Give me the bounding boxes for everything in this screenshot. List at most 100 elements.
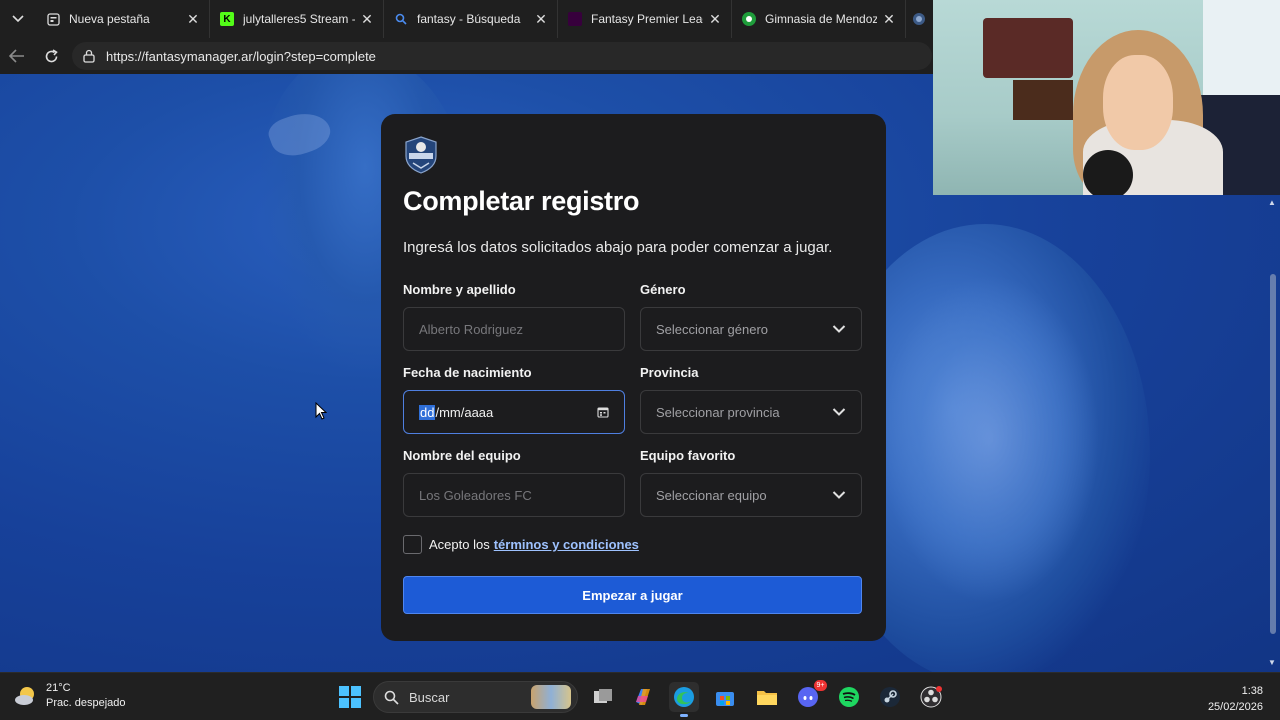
back-arrow-icon[interactable] <box>0 38 34 74</box>
discord-notification-badge: 9+ <box>814 680 827 691</box>
tab-title: Nueva pestaña <box>69 12 150 26</box>
temperature-value: 21°C <box>46 682 71 694</box>
close-icon[interactable]: ✕ <box>185 11 201 28</box>
edge-browser-icon[interactable] <box>669 682 699 717</box>
new-tab-icon <box>46 12 60 26</box>
terms-text: Acepto los <box>429 537 490 552</box>
birthdate-day-segment[interactable]: dd <box>419 404 436 420</box>
gender-label: Género <box>640 282 686 297</box>
address-bar-row: https://fantasymanager.ar/login?step=com… <box>0 38 933 74</box>
tab-title: Gimnasia de Mendoza V <box>765 12 877 26</box>
tab-list-chevron-icon[interactable] <box>0 0 36 38</box>
province-select[interactable]: Seleccionar provincia <box>640 390 862 434</box>
favorite-team-select[interactable]: Seleccionar equipo <box>640 473 862 517</box>
registration-card: Completar registro Ingresá los datos sol… <box>381 114 886 641</box>
birthdate-field-group: Fecha de nacimiento dd/mm/aaaa <box>403 365 625 434</box>
gender-placeholder: Seleccionar género <box>656 321 769 337</box>
close-icon[interactable]: ✕ <box>533 11 549 28</box>
tab-fantasy-premier-league[interactable]: Fantasy Premier League ✕ <box>558 0 732 38</box>
province-field-group: Provincia Seleccionar provincia <box>640 365 862 434</box>
close-icon[interactable]: ✕ <box>707 11 723 28</box>
scroll-up-arrow-icon[interactable]: ▲ <box>1267 198 1277 208</box>
scrollbar-thumb[interactable] <box>1270 274 1276 634</box>
microsoft-store-icon[interactable] <box>710 682 740 712</box>
name-input[interactable]: Alberto Rodriguez <box>403 307 625 351</box>
terms-link[interactable]: términos y condiciones <box>494 537 639 552</box>
tab-busqueda[interactable]: fantasy - Búsqueda ✕ <box>384 0 558 38</box>
form-subtitle: Ingresá los datos solicitados abajo para… <box>403 239 833 256</box>
terms-row: Acepto los términos y condiciones <box>403 535 864 554</box>
start-playing-button[interactable]: Empezar a jugar <box>403 576 862 614</box>
partly-cloudy-icon <box>15 687 34 705</box>
fantasy-logo-icon <box>403 136 439 174</box>
clock-time: 1:38 <box>1241 685 1263 697</box>
gimnasia-icon <box>742 12 756 26</box>
chevron-down-icon <box>832 491 846 499</box>
team-name-placeholder: Los Goleadores FC <box>419 487 532 503</box>
weather-widget[interactable]: 21°C Prac. despejado <box>14 681 126 711</box>
tab-gimnasia-mendoza[interactable]: Gimnasia de Mendoza V ✕ <box>732 0 906 38</box>
webcam-person-face <box>1103 55 1173 150</box>
tab-title: julytalleres5 Stream - W <box>243 12 355 26</box>
webcam-table <box>1013 80 1073 120</box>
fpl-icon <box>568 12 582 26</box>
weather-description: Prac. despejado <box>46 697 126 709</box>
calendar-icon[interactable] <box>597 406 609 418</box>
task-view-icon[interactable] <box>588 682 618 712</box>
background-ball-highlight <box>880 274 1100 604</box>
tab-title: fantasy - Búsqueda <box>417 12 521 26</box>
obs-studio-icon[interactable] <box>916 682 946 712</box>
site-info-icon[interactable] <box>82 49 96 63</box>
close-icon[interactable]: ✕ <box>359 11 375 28</box>
search-icon <box>384 690 399 705</box>
form-title: Completar registro <box>403 186 640 216</box>
tab-nueva-pestana[interactable]: Nueva pestaña ✕ <box>36 0 210 38</box>
taskbar: 21°C Prac. despejado Buscar 9+ 1:38 25/0… <box>0 672 1280 720</box>
url-field[interactable]: https://fantasymanager.ar/login?step=com… <box>72 42 932 70</box>
spotify-icon[interactable] <box>834 682 864 712</box>
favorite-team-label: Equipo favorito <box>640 448 736 463</box>
search-icon <box>394 12 408 26</box>
chevron-down-icon <box>832 408 846 416</box>
discord-icon[interactable]: 9+ <box>793 680 827 712</box>
clock-date: 25/02/2026 <box>1207 701 1263 713</box>
favorite-team-field-group: Equipo favorito Seleccionar equipo <box>640 448 862 517</box>
system-clock[interactable]: 1:38 25/02/2026 <box>1208 683 1263 715</box>
team-name-input[interactable]: Los Goleadores FC <box>403 473 625 517</box>
kick-icon: K <box>220 12 234 26</box>
gender-select[interactable]: Seleccionar género <box>640 307 862 351</box>
steam-icon[interactable] <box>875 682 905 712</box>
team-name-label: Nombre del equipo <box>403 448 521 463</box>
copilot-icon[interactable] <box>628 682 658 712</box>
weather-text: 21°C Prac. despejado <box>46 681 126 711</box>
terms-checkbox[interactable] <box>403 535 422 554</box>
name-label: Nombre y apellido <box>403 282 516 297</box>
windows-start-icon[interactable] <box>338 685 362 709</box>
name-placeholder: Alberto Rodriguez <box>419 321 524 337</box>
birthdate-input[interactable]: dd/mm/aaaa <box>403 390 625 434</box>
close-icon[interactable]: ✕ <box>881 11 897 28</box>
tab-title: Fantasy Premier League <box>591 12 703 26</box>
taskbar-search-box[interactable]: Buscar <box>373 681 578 713</box>
search-highlight-image <box>531 685 571 709</box>
favorite-team-placeholder: Seleccionar equipo <box>656 487 767 503</box>
webcam-shelf <box>983 18 1073 78</box>
tab-strip: Nueva pestaña ✕ K julytalleres5 Stream -… <box>0 0 933 38</box>
webcam-microphone <box>1083 150 1133 195</box>
reload-icon[interactable] <box>34 38 68 74</box>
gender-field-group: Género Seleccionar género <box>640 282 862 351</box>
team-name-field-group: Nombre del equipo Los Goleadores FC <box>403 448 625 517</box>
birthdate-rest-segment: /mm/aaaa <box>435 404 494 420</box>
file-explorer-icon[interactable] <box>752 682 782 712</box>
search-placeholder: Buscar <box>409 689 450 705</box>
chevron-down-icon <box>832 325 846 333</box>
birthdate-label: Fecha de nacimiento <box>403 365 532 380</box>
tab-fantasy-manager-icon[interactable] <box>906 0 932 38</box>
tab-kick-stream[interactable]: K julytalleres5 Stream - W ✕ <box>210 0 384 38</box>
mouse-cursor-icon <box>315 402 327 420</box>
url-text: https://fantasymanager.ar/login?step=com… <box>106 48 376 64</box>
province-placeholder: Seleccionar provincia <box>656 404 780 420</box>
webcam-overlay <box>933 0 1280 195</box>
scroll-down-arrow-icon[interactable]: ▼ <box>1267 658 1277 668</box>
province-label: Provincia <box>640 365 699 380</box>
